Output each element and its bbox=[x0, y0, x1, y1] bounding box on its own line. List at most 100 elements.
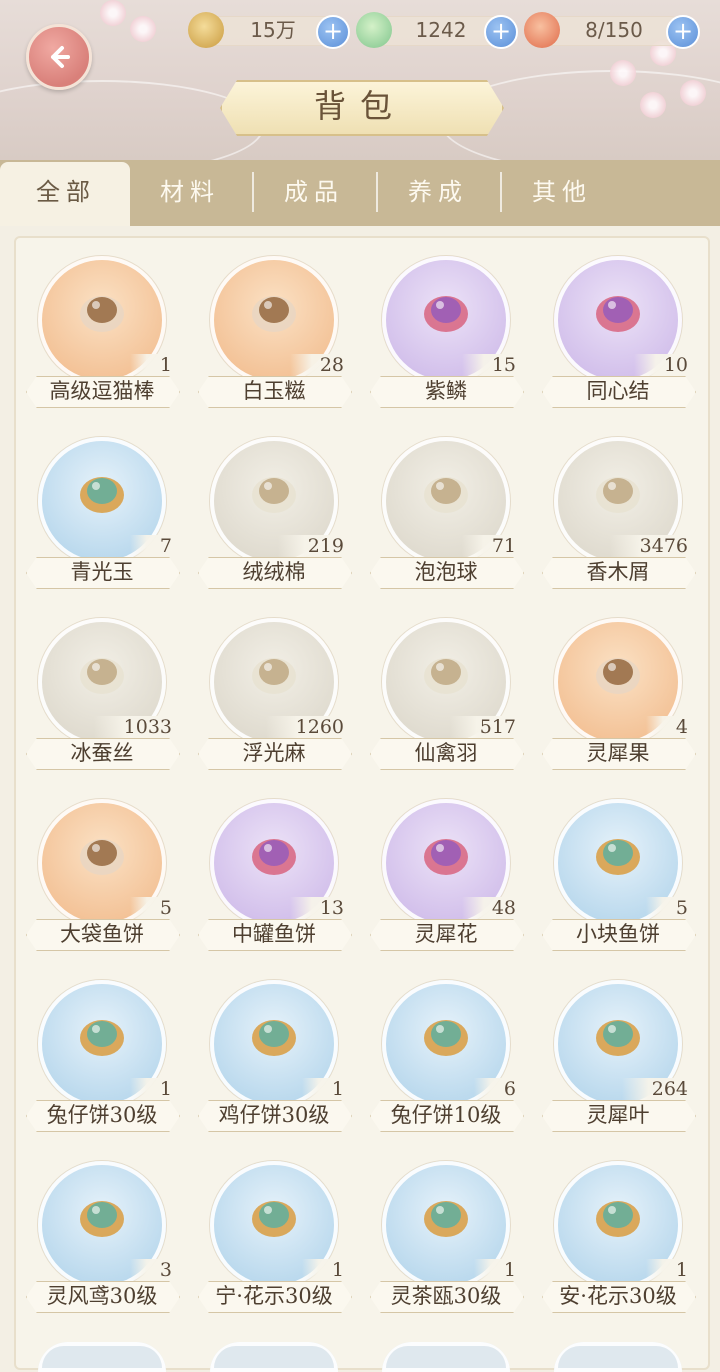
item-count: 3476 bbox=[609, 535, 688, 557]
knot-charm-icon bbox=[596, 296, 640, 332]
inventory-item[interactable]: 517 仙禽羽 bbox=[366, 618, 526, 778]
inventory-item[interactable]: 28 白玉糍 bbox=[194, 256, 354, 416]
rice-cake-icon bbox=[252, 296, 296, 332]
item-count: 1 bbox=[473, 1259, 516, 1281]
golden-leaf-icon bbox=[596, 1020, 640, 1056]
inventory-item[interactable]: 7 青光玉 bbox=[22, 437, 182, 597]
inventory-item[interactable]: 1 兔仔饼30级 bbox=[22, 980, 182, 1140]
item-count: 10 bbox=[633, 354, 688, 376]
item-name: 仙禽羽 bbox=[414, 741, 478, 765]
cat-teaser-wand-icon bbox=[80, 296, 124, 332]
tab-products[interactable]: 成品 bbox=[252, 170, 376, 214]
silver-bud-icon bbox=[252, 1201, 296, 1237]
item-name: 宁·花示30级 bbox=[215, 1284, 333, 1308]
inventory-item[interactable]: 1 安·花示30级 bbox=[538, 1161, 698, 1321]
inventory-item[interactable]: 5 大袋鱼饼 bbox=[22, 799, 182, 959]
add-stamina-button[interactable]: + bbox=[666, 15, 700, 49]
item-count: 13 bbox=[289, 897, 344, 919]
kite-icon bbox=[80, 1201, 124, 1237]
inventory-item[interactable]: 3 灵风鸢30级 bbox=[22, 1161, 182, 1321]
fish-cookie-icon bbox=[596, 839, 640, 875]
golden-flower-icon bbox=[252, 658, 296, 694]
cotton-icon bbox=[252, 477, 296, 513]
item-count: 1260 bbox=[265, 716, 344, 738]
jade-gourd-icon bbox=[356, 12, 392, 48]
item-count: 4 bbox=[645, 716, 688, 738]
inventory-item[interactable]: 5 小块鱼饼 bbox=[538, 799, 698, 959]
item-name: 兔仔饼30级 bbox=[46, 1103, 158, 1127]
tab-other[interactable]: 其他 bbox=[500, 170, 624, 214]
blossom-decor bbox=[610, 60, 636, 86]
item-count: 517 bbox=[449, 716, 516, 738]
tab-materials[interactable]: 材料 bbox=[128, 170, 252, 214]
inventory-item[interactable]: 1 宁·花示30级 bbox=[194, 1161, 354, 1321]
item-count: 3 bbox=[129, 1259, 172, 1281]
tab-cultivation[interactable]: 养成 bbox=[376, 170, 500, 214]
inventory-item[interactable]: 1260 浮光麻 bbox=[194, 618, 354, 778]
inventory-item[interactable]: 1 高级逗猫棒 bbox=[22, 256, 182, 416]
next-row-slot bbox=[554, 1342, 682, 1372]
blossom-decor bbox=[640, 92, 666, 118]
add-jade-button[interactable]: + bbox=[484, 15, 518, 49]
back-button[interactable] bbox=[26, 24, 92, 90]
inventory-item[interactable]: 264 灵犀叶 bbox=[538, 980, 698, 1140]
inventory-item[interactable]: 15 紫鳞 bbox=[366, 256, 526, 416]
next-row-slot bbox=[382, 1342, 510, 1372]
item-count: 71 bbox=[461, 535, 516, 557]
item-name: 安·花示30级 bbox=[559, 1284, 677, 1308]
jade-amount: 1242 bbox=[415, 18, 467, 42]
golden-lotus-icon bbox=[424, 839, 468, 875]
add-coin-button[interactable]: + bbox=[316, 15, 350, 49]
item-count: 28 bbox=[289, 354, 344, 376]
item-name: 中罐鱼饼 bbox=[232, 922, 316, 946]
golden-bud-icon bbox=[596, 1201, 640, 1237]
inventory-item[interactable]: 3476 香木屑 bbox=[538, 437, 698, 597]
next-row-slot bbox=[38, 1342, 166, 1372]
purple-scale-icon bbox=[424, 296, 468, 332]
blossom-decor bbox=[100, 0, 126, 26]
inventory-item[interactable]: 71 泡泡球 bbox=[366, 437, 526, 597]
item-name: 紫鳞 bbox=[425, 379, 467, 403]
bunny-cookie-icon bbox=[80, 1020, 124, 1056]
tab-all[interactable]: 全部 bbox=[4, 170, 128, 214]
item-count: 219 bbox=[277, 535, 344, 557]
item-count: 15 bbox=[461, 354, 516, 376]
item-name: 灵犀叶 bbox=[586, 1103, 650, 1127]
item-count: 1 bbox=[645, 1259, 688, 1281]
inventory-item[interactable]: 1 灵茶瓯30级 bbox=[366, 1161, 526, 1321]
item-name: 小块鱼饼 bbox=[576, 922, 660, 946]
inventory-item[interactable]: 10 同心结 bbox=[538, 256, 698, 416]
bubble-icon bbox=[424, 477, 468, 513]
item-count: 1 bbox=[129, 1078, 172, 1100]
item-count: 5 bbox=[645, 897, 688, 919]
wood-log-icon bbox=[596, 477, 640, 513]
item-name: 高级逗猫棒 bbox=[49, 379, 155, 403]
item-name: 泡泡球 bbox=[414, 560, 478, 584]
golden-fruit-branch-icon bbox=[596, 658, 640, 694]
blossom-decor bbox=[130, 16, 156, 42]
silk-cloth-icon bbox=[80, 658, 124, 694]
inventory-item[interactable]: 1033 冰蚕丝 bbox=[22, 618, 182, 778]
fish-snack-can-icon bbox=[252, 839, 296, 875]
inventory-item[interactable]: 6 兔仔饼10级 bbox=[366, 980, 526, 1140]
item-name: 白玉糍 bbox=[242, 379, 306, 403]
item-count: 48 bbox=[461, 897, 516, 919]
inventory-item[interactable]: 48 灵犀花 bbox=[366, 799, 526, 959]
item-count: 5 bbox=[129, 897, 172, 919]
item-name: 大袋鱼饼 bbox=[60, 922, 144, 946]
item-count: 6 bbox=[473, 1078, 516, 1100]
item-count: 7 bbox=[129, 535, 172, 557]
item-name: 青光玉 bbox=[70, 560, 134, 584]
item-name: 绒绒棉 bbox=[242, 560, 306, 584]
coin-amount: 15万 bbox=[250, 18, 296, 42]
item-count: 1 bbox=[301, 1078, 344, 1100]
item-count: 1 bbox=[129, 354, 172, 376]
inventory-item[interactable]: 4 灵犀果 bbox=[538, 618, 698, 778]
inventory-item[interactable]: 219 绒绒棉 bbox=[194, 437, 354, 597]
stamina-bun-icon bbox=[524, 12, 560, 48]
item-name: 香木屑 bbox=[586, 560, 650, 584]
item-name: 兔仔饼10级 bbox=[390, 1103, 502, 1127]
inventory-item[interactable]: 13 中罐鱼饼 bbox=[194, 799, 354, 959]
inventory-item[interactable]: 1 鸡仔饼30级 bbox=[194, 980, 354, 1140]
feather-icon bbox=[424, 658, 468, 694]
